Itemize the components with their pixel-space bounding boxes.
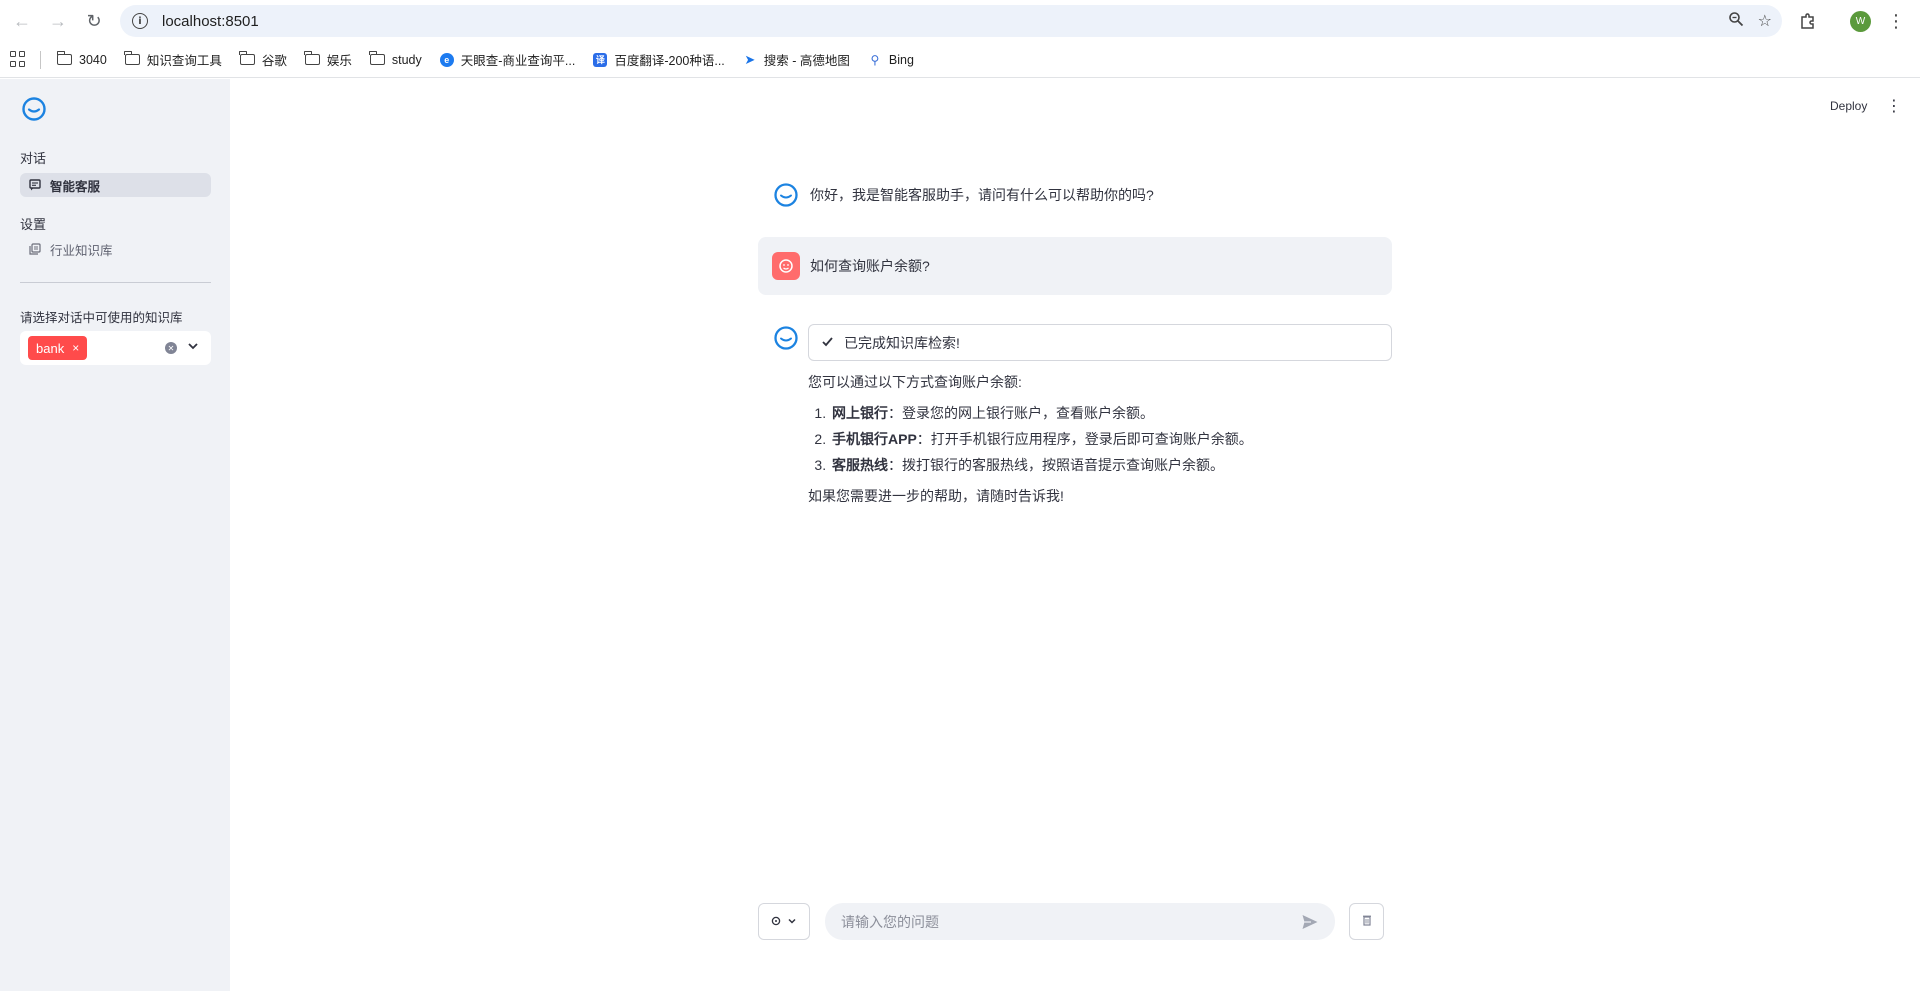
bookmark-label: 3040 bbox=[79, 52, 107, 67]
bookmark-label: 搜索 - 高德地图 bbox=[763, 54, 850, 68]
bookmarks-bar: 3040 知识查询工具 谷歌 娱乐 study e 天眼查-商业查询平... 译百… bbox=[0, 42, 1920, 78]
folder-icon bbox=[239, 51, 255, 65]
site-info-icon[interactable]: i bbox=[132, 13, 148, 29]
kb-multiselect[interactable]: bank × ✕ bbox=[20, 331, 211, 365]
chat-input[interactable] bbox=[841, 913, 1281, 930]
answer-item-text: ：打开手机银行应用程序，登录后即可查询账户余额。 bbox=[916, 431, 1253, 447]
chat-bubble-icon bbox=[28, 179, 42, 191]
browser-menu-icon[interactable]: ⋮ bbox=[1884, 9, 1908, 33]
sidebar-divider bbox=[20, 282, 211, 283]
tianyancha-icon: e bbox=[439, 52, 454, 67]
message-text: 你好，我是智能客服助手，请问有什么可以帮助你的吗? bbox=[810, 187, 1154, 203]
address-bar[interactable]: i localhost:8501 ☆ bbox=[120, 5, 1782, 37]
assistant-answer-avatar bbox=[758, 324, 798, 354]
bookmarks-divider bbox=[40, 50, 41, 69]
folder-icon bbox=[56, 51, 72, 65]
answer-list-item: 客服热线：拨打银行的客服热线，按照语音提示查询账户余额。 bbox=[830, 455, 1392, 475]
browser-toolbar: ← → ↻ i localhost:8501 ☆ W ⋮ bbox=[0, 0, 1920, 42]
bookmark-folder-knowledge-tools[interactable]: 知识查询工具 bbox=[124, 50, 222, 69]
bookmark-label: study bbox=[391, 52, 422, 67]
bookmark-folder-study[interactable]: study bbox=[369, 51, 422, 67]
kb-tag-bank: bank × bbox=[28, 336, 88, 360]
bookmark-label: 知识查询工具 bbox=[146, 54, 222, 68]
tag-remove-icon[interactable]: × bbox=[72, 341, 79, 355]
answer-list-item: 手机银行APP：打开手机银行应用程序，登录后即可查询账户余额。 bbox=[830, 429, 1392, 449]
assistant-avatar-icon bbox=[774, 326, 798, 350]
folder-icon bbox=[304, 51, 320, 65]
deploy-button[interactable]: Deploy bbox=[1830, 99, 1867, 113]
reload-icon[interactable]: ↻ bbox=[76, 3, 112, 39]
sidebar-item-label: 行业知识库 bbox=[50, 243, 113, 258]
bookmark-amap[interactable]: ➤ 搜索 - 高德地图 bbox=[743, 50, 850, 69]
bookmark-folder-entertainment[interactable]: 娱乐 bbox=[304, 50, 352, 69]
retrieval-status-expander[interactable]: 已完成知识库检索! bbox=[808, 324, 1392, 361]
sidebar-section-settings: 设置 bbox=[20, 217, 47, 232]
answer-item-text: ：登录您的网上银行账户，查看账户余额。 bbox=[888, 405, 1154, 421]
bookmark-label: Bing bbox=[888, 52, 914, 67]
chat-logo-icon bbox=[22, 97, 46, 121]
chevron-down-icon[interactable] bbox=[187, 340, 199, 355]
bookmark-baidu-translate[interactable]: 译百度翻译-200种语... bbox=[593, 50, 725, 69]
answer-list-item: 网上银行：登录您的网上银行账户，查看账户余额。 bbox=[830, 403, 1392, 423]
kb-select-label: 请选择对话中可使用的知识库 bbox=[20, 311, 183, 325]
main-menu-icon[interactable]: ⋮ bbox=[1886, 96, 1902, 116]
library-icon bbox=[28, 243, 42, 255]
answer-item-title: 手机银行APP bbox=[832, 431, 917, 447]
answer-outro: 如果您需要进一步的帮助，请随时告诉我! bbox=[808, 488, 1064, 504]
bookmark-label: 谷歌 bbox=[261, 54, 287, 68]
answer-list: 网上银行：登录您的网上银行账户，查看账户余额。 手机银行APP：打开手机银行应用… bbox=[808, 403, 1392, 475]
send-icon[interactable] bbox=[1301, 913, 1319, 931]
profile-avatar[interactable]: W bbox=[1850, 11, 1871, 32]
answer-item-text: ：拨打银行的客服热线，按照语音提示查询账户余额。 bbox=[888, 457, 1224, 473]
assistant-greeting-message: 你好，我是智能客服助手，请问有什么可以帮助你的吗? bbox=[758, 180, 1392, 210]
bookmark-label: 天眼查-商业查询平... bbox=[460, 54, 576, 68]
answer-intro: 您可以通过以下方式查询账户余额: bbox=[808, 374, 1022, 390]
chevron-down-icon bbox=[787, 915, 797, 929]
bookmark-tianyancha[interactable]: e 天眼查-商业查询平... bbox=[439, 50, 576, 69]
user-avatar-icon bbox=[772, 252, 800, 280]
user-message: 如何查询账户余额? bbox=[758, 237, 1392, 295]
apps-grid-icon[interactable] bbox=[10, 50, 28, 69]
sidebar: 对话 智能客服 设置 行业知识库 请选择对话中可使用的知识库 bank × ✕ bbox=[0, 79, 230, 991]
folder-icon bbox=[124, 51, 140, 65]
amap-icon: ➤ bbox=[744, 51, 756, 67]
assistant-answer: 您可以通过以下方式查询账户余额: 网上银行：登录您的网上银行账户，查看账户余额。… bbox=[808, 372, 1392, 517]
message-text: 如何查询账户余额? bbox=[810, 258, 930, 274]
bing-search-icon: ⚲ bbox=[870, 52, 880, 67]
sidebar-item-industry-kb[interactable]: 行业知识库 bbox=[20, 237, 211, 261]
bookmark-star-icon[interactable]: ☆ bbox=[1758, 11, 1772, 31]
kb-tag-label: bank bbox=[36, 340, 65, 356]
zoom-icon[interactable] bbox=[1728, 11, 1744, 32]
bookmark-folder-3040[interactable]: 3040 bbox=[56, 51, 107, 67]
extensions-icon[interactable] bbox=[1796, 9, 1820, 33]
sidebar-section-chat: 对话 bbox=[20, 151, 47, 166]
chat-input-container bbox=[825, 903, 1335, 940]
url-text: localhost:8501 bbox=[162, 12, 259, 30]
back-icon[interactable]: ← bbox=[4, 3, 40, 39]
bookmark-label: 娱乐 bbox=[326, 54, 352, 68]
check-icon bbox=[821, 335, 834, 351]
bookmark-bing[interactable]: ⚲ Bing bbox=[868, 52, 914, 67]
sidebar-item-label: 智能客服 bbox=[50, 179, 101, 194]
trash-icon bbox=[1362, 914, 1372, 929]
answer-item-title: 网上银行 bbox=[832, 405, 888, 421]
bookmark-label: 百度翻译-200种语... bbox=[614, 54, 725, 68]
clear-chat-button[interactable] bbox=[1349, 903, 1384, 940]
sidebar-item-smart-service[interactable]: 智能客服 bbox=[20, 173, 211, 197]
assistant-avatar-icon bbox=[774, 183, 798, 207]
mode-select-button[interactable] bbox=[758, 903, 810, 940]
forward-icon[interactable]: → bbox=[40, 3, 76, 39]
folder-icon bbox=[369, 51, 385, 65]
settings-circle-icon bbox=[771, 915, 781, 929]
clear-all-icon[interactable]: ✕ bbox=[165, 342, 177, 354]
bookmark-folder-google[interactable]: 谷歌 bbox=[239, 50, 287, 69]
status-text: 已完成知识库检索! bbox=[844, 334, 960, 351]
answer-item-title: 客服热线 bbox=[832, 457, 888, 473]
baidu-translate-icon: 译 bbox=[593, 52, 608, 67]
